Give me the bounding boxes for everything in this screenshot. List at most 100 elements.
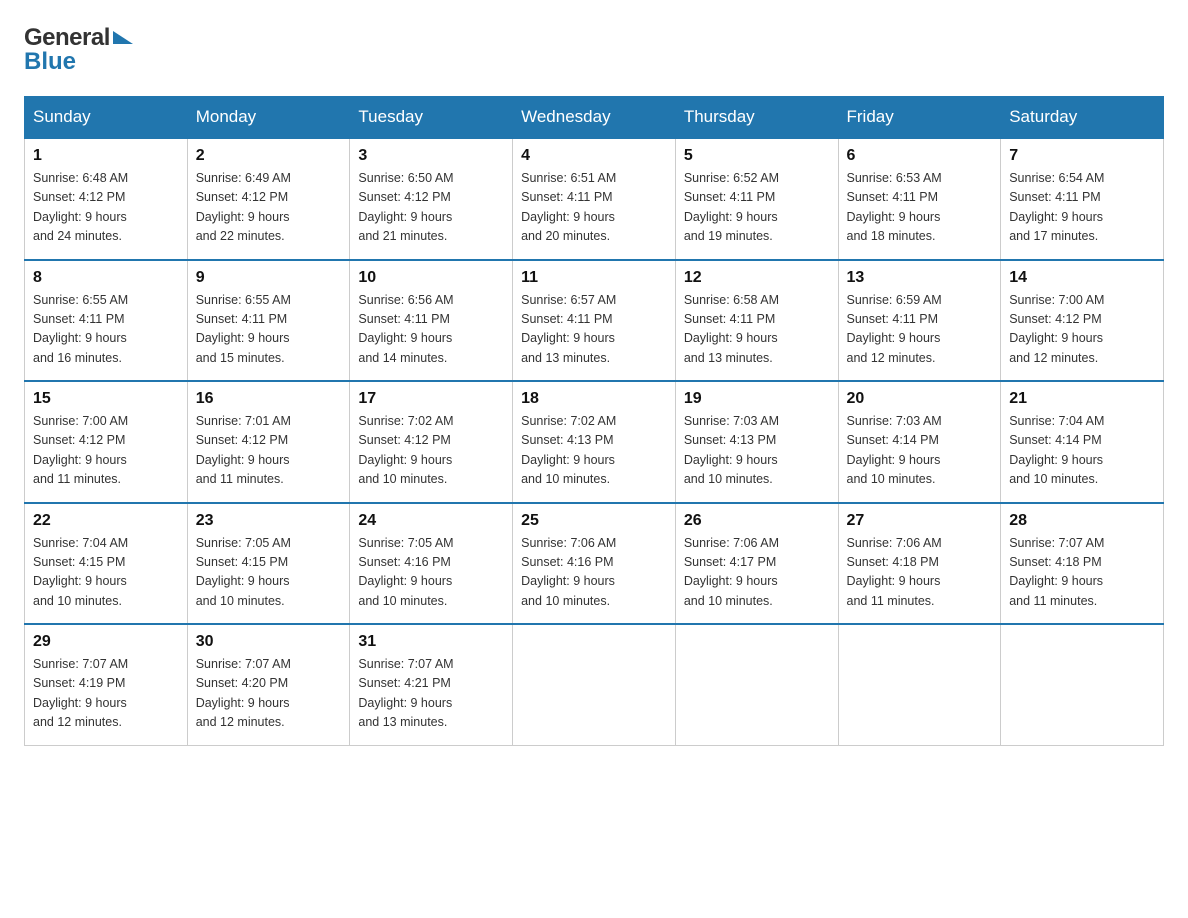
day-number: 20 — [847, 390, 993, 408]
day-number: 14 — [1009, 269, 1155, 287]
calendar-day-cell: 22 Sunrise: 7:04 AMSunset: 4:15 PMDayligh… — [25, 503, 188, 625]
day-info: Sunrise: 6:59 AMSunset: 4:11 PMDaylight:… — [847, 291, 993, 369]
day-info: Sunrise: 7:07 AMSunset: 4:19 PMDaylight:… — [33, 655, 179, 733]
logo: General Blue — [24, 24, 133, 76]
calendar-day-cell: 24 Sunrise: 7:05 AMSunset: 4:16 PMDayligh… — [350, 503, 513, 625]
calendar-day-cell: 8Sunrise: 6:55 AMSunset: 4:11 PMDaylight… — [25, 260, 188, 382]
day-info: Sunrise: 7:04 AMSunset: 4:14 PMDaylight:… — [1009, 412, 1155, 490]
day-number: 10 — [358, 269, 504, 287]
day-number: 5 — [684, 147, 830, 165]
day-info: Sunrise: 6:58 AMSunset: 4:11 PMDaylight:… — [684, 291, 830, 369]
day-number: 6 — [847, 147, 993, 165]
calendar-day-cell: 28 Sunrise: 7:07 AMSunset: 4:18 PMDayligh… — [1001, 503, 1164, 625]
calendar-week-row: 15Sunrise: 7:00 AMSunset: 4:12 PMDayligh… — [25, 381, 1164, 503]
day-number: 2 — [196, 147, 342, 165]
logo-blue-text: Blue — [24, 48, 76, 76]
calendar-day-cell: 6 Sunrise: 6:53 AMSunset: 4:11 PMDaylight… — [838, 138, 1001, 260]
day-info: Sunrise: 7:02 AMSunset: 4:13 PMDaylight:… — [521, 412, 667, 490]
calendar-week-row: 8Sunrise: 6:55 AMSunset: 4:11 PMDaylight… — [25, 260, 1164, 382]
day-info: Sunrise: 7:00 AMSunset: 4:12 PMDaylight:… — [1009, 291, 1155, 369]
day-number: 29 — [33, 633, 179, 651]
weekday-header-wednesday: Wednesday — [513, 97, 676, 139]
calendar-day-cell: 19Sunrise: 7:03 AMSunset: 4:13 PMDayligh… — [675, 381, 838, 503]
calendar-day-cell: 20Sunrise: 7:03 AMSunset: 4:14 PMDayligh… — [838, 381, 1001, 503]
day-number: 19 — [684, 390, 830, 408]
day-info: Sunrise: 6:54 AMSunset: 4:11 PMDaylight:… — [1009, 169, 1155, 247]
day-number: 18 — [521, 390, 667, 408]
day-number: 26 — [684, 512, 830, 530]
day-number: 28 — [1009, 512, 1155, 530]
calendar-day-cell: 9Sunrise: 6:55 AMSunset: 4:11 PMDaylight… — [187, 260, 350, 382]
calendar-day-cell: 11 Sunrise: 6:57 AMSunset: 4:11 PMDayligh… — [513, 260, 676, 382]
day-number: 21 — [1009, 390, 1155, 408]
calendar-day-cell: 13 Sunrise: 6:59 AMSunset: 4:11 PMDayligh… — [838, 260, 1001, 382]
day-number: 31 — [358, 633, 504, 651]
day-number: 24 — [358, 512, 504, 530]
weekday-header-monday: Monday — [187, 97, 350, 139]
logo-triangle-icon — [113, 31, 133, 44]
calendar-day-cell — [675, 624, 838, 745]
calendar-day-cell: 27Sunrise: 7:06 AMSunset: 4:18 PMDayligh… — [838, 503, 1001, 625]
day-number: 25 — [521, 512, 667, 530]
day-info: Sunrise: 7:04 AMSunset: 4:15 PMDaylight:… — [33, 534, 179, 612]
day-number: 9 — [196, 269, 342, 287]
day-number: 7 — [1009, 147, 1155, 165]
day-number: 22 — [33, 512, 179, 530]
day-info: Sunrise: 7:01 AMSunset: 4:12 PMDaylight:… — [196, 412, 342, 490]
day-info: Sunrise: 7:02 AMSunset: 4:12 PMDaylight:… — [358, 412, 504, 490]
day-number: 16 — [196, 390, 342, 408]
day-number: 11 — [521, 269, 667, 287]
day-number: 13 — [847, 269, 993, 287]
calendar-day-cell: 14 Sunrise: 7:00 AMSunset: 4:12 PMDayligh… — [1001, 260, 1164, 382]
day-number: 8 — [33, 269, 179, 287]
weekday-header-saturday: Saturday — [1001, 97, 1164, 139]
day-info: Sunrise: 7:06 AMSunset: 4:16 PMDaylight:… — [521, 534, 667, 612]
day-info: Sunrise: 7:07 AMSunset: 4:21 PMDaylight:… — [358, 655, 504, 733]
day-info: Sunrise: 6:57 AMSunset: 4:11 PMDaylight:… — [521, 291, 667, 369]
day-number: 4 — [521, 147, 667, 165]
day-info: Sunrise: 6:56 AMSunset: 4:11 PMDaylight:… — [358, 291, 504, 369]
calendar-day-cell — [838, 624, 1001, 745]
calendar-day-cell: 1Sunrise: 6:48 AMSunset: 4:12 PMDaylight… — [25, 138, 188, 260]
weekday-header-row: SundayMondayTuesdayWednesdayThursdayFrid… — [25, 97, 1164, 139]
weekday-header-friday: Friday — [838, 97, 1001, 139]
day-number: 23 — [196, 512, 342, 530]
calendar-day-cell: 5 Sunrise: 6:52 AMSunset: 4:11 PMDaylight… — [675, 138, 838, 260]
day-info: Sunrise: 6:52 AMSunset: 4:11 PMDaylight:… — [684, 169, 830, 247]
day-info: Sunrise: 6:49 AMSunset: 4:12 PMDaylight:… — [196, 169, 342, 247]
day-info: Sunrise: 6:50 AMSunset: 4:12 PMDaylight:… — [358, 169, 504, 247]
day-number: 3 — [358, 147, 504, 165]
calendar-day-cell: 12 Sunrise: 6:58 AMSunset: 4:11 PMDayligh… — [675, 260, 838, 382]
day-info: Sunrise: 7:07 AMSunset: 4:20 PMDaylight:… — [196, 655, 342, 733]
calendar-day-cell: 21 Sunrise: 7:04 AMSunset: 4:14 PMDayligh… — [1001, 381, 1164, 503]
calendar-day-cell — [513, 624, 676, 745]
calendar-table: SundayMondayTuesdayWednesdayThursdayFrid… — [24, 96, 1164, 746]
day-info: Sunrise: 7:05 AMSunset: 4:15 PMDaylight:… — [196, 534, 342, 612]
day-info: Sunrise: 7:07 AMSunset: 4:18 PMDaylight:… — [1009, 534, 1155, 612]
day-number: 27 — [847, 512, 993, 530]
day-number: 15 — [33, 390, 179, 408]
calendar-day-cell: 30 Sunrise: 7:07 AMSunset: 4:20 PMDayligh… — [187, 624, 350, 745]
calendar-day-cell: 23 Sunrise: 7:05 AMSunset: 4:15 PMDayligh… — [187, 503, 350, 625]
day-info: Sunrise: 6:53 AMSunset: 4:11 PMDaylight:… — [847, 169, 993, 247]
calendar-day-cell: 25 Sunrise: 7:06 AMSunset: 4:16 PMDayligh… — [513, 503, 676, 625]
calendar-week-row: 22 Sunrise: 7:04 AMSunset: 4:15 PMDayligh… — [25, 503, 1164, 625]
day-number: 30 — [196, 633, 342, 651]
day-number: 17 — [358, 390, 504, 408]
calendar-day-cell: 2 Sunrise: 6:49 AMSunset: 4:12 PMDaylight… — [187, 138, 350, 260]
calendar-day-cell: 18 Sunrise: 7:02 AMSunset: 4:13 PMDayligh… — [513, 381, 676, 503]
calendar-day-cell: 17 Sunrise: 7:02 AMSunset: 4:12 PMDayligh… — [350, 381, 513, 503]
calendar-day-cell: 26Sunrise: 7:06 AMSunset: 4:17 PMDayligh… — [675, 503, 838, 625]
calendar-day-cell: 16 Sunrise: 7:01 AMSunset: 4:12 PMDayligh… — [187, 381, 350, 503]
day-info: Sunrise: 6:51 AMSunset: 4:11 PMDaylight:… — [521, 169, 667, 247]
day-info: Sunrise: 7:05 AMSunset: 4:16 PMDaylight:… — [358, 534, 504, 612]
calendar-day-cell: 3 Sunrise: 6:50 AMSunset: 4:12 PMDaylight… — [350, 138, 513, 260]
weekday-header-tuesday: Tuesday — [350, 97, 513, 139]
calendar-day-cell: 29 Sunrise: 7:07 AMSunset: 4:19 PMDayligh… — [25, 624, 188, 745]
calendar-day-cell: 15Sunrise: 7:00 AMSunset: 4:12 PMDayligh… — [25, 381, 188, 503]
day-number: 12 — [684, 269, 830, 287]
day-number: 1 — [33, 147, 179, 165]
calendar-day-cell — [1001, 624, 1164, 745]
calendar-day-cell: 10 Sunrise: 6:56 AMSunset: 4:11 PMDayligh… — [350, 260, 513, 382]
calendar-day-cell: 31 Sunrise: 7:07 AMSunset: 4:21 PMDayligh… — [350, 624, 513, 745]
